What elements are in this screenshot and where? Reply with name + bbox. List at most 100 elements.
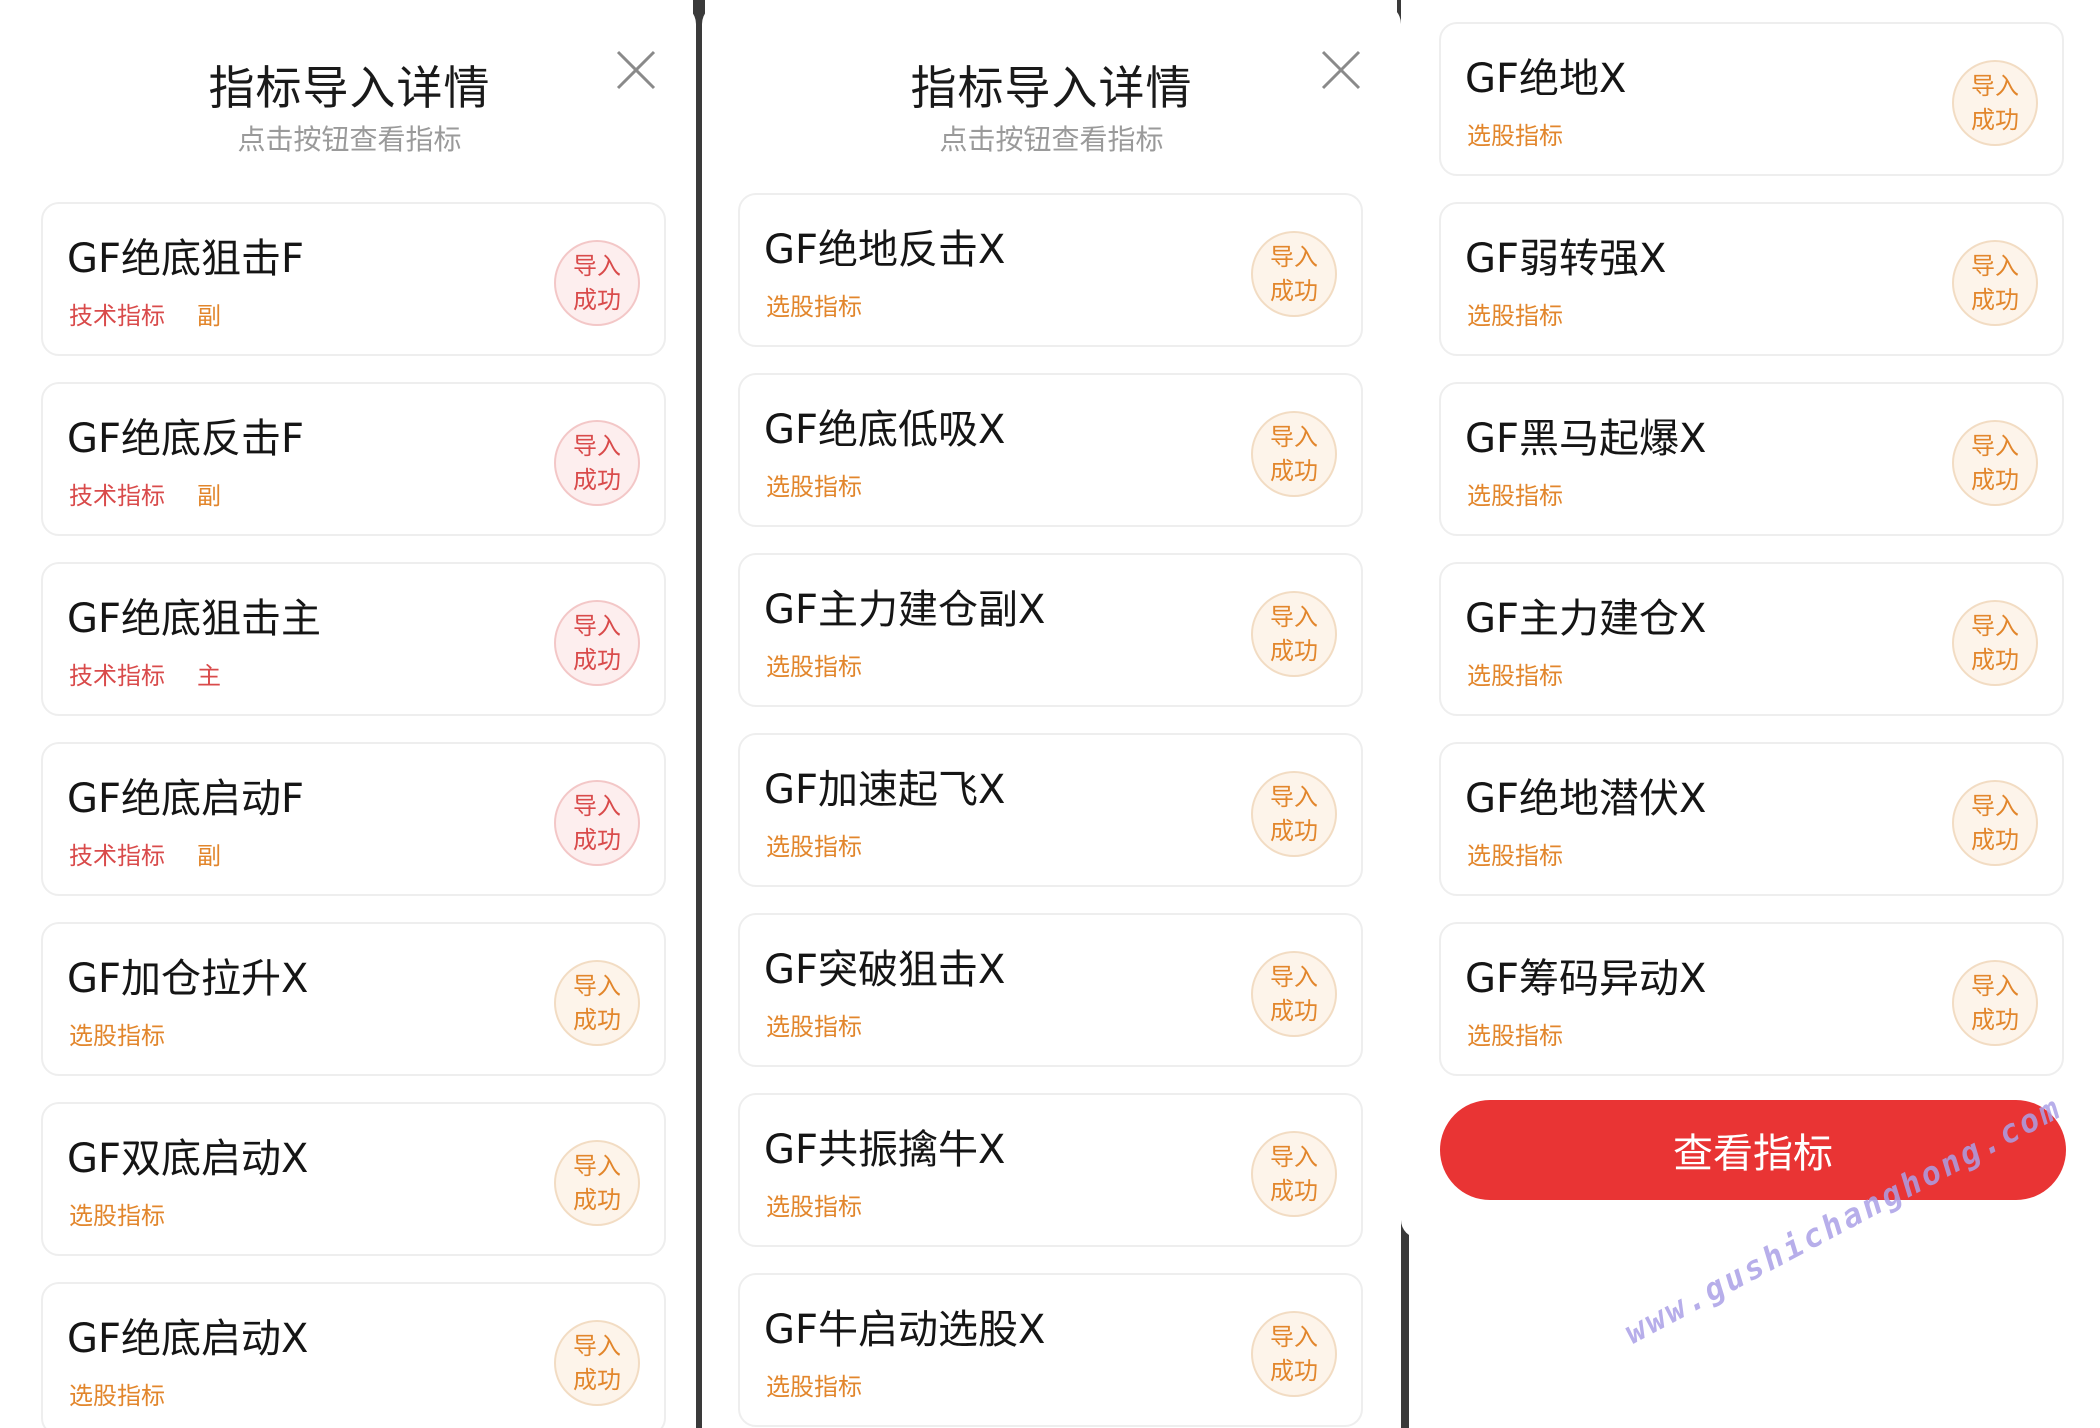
- indicator-card[interactable]: GF绝底低吸X 选股指标 导入 成功: [738, 373, 1363, 527]
- badge-text: 成功: [1971, 826, 2019, 854]
- indicator-tags: 选股指标: [766, 827, 862, 862]
- badge-text: 导入: [1270, 1143, 1318, 1171]
- panel-subtitle: 点击按钮查看指标: [939, 123, 1164, 156]
- badge-text: 导入: [1270, 603, 1318, 631]
- indicator-tag: 选股指标: [1467, 122, 1563, 150]
- badge-text: 导入: [573, 432, 621, 460]
- import-success-badge: 导入 成功: [554, 240, 640, 326]
- indicator-card[interactable]: GF黑马起爆X 选股指标 导入 成功: [1439, 382, 2064, 536]
- badge-text: 成功: [1270, 1357, 1318, 1385]
- indicator-name: GF绝底启动F: [67, 776, 305, 822]
- indicator-tags: 选股指标: [69, 1376, 165, 1411]
- indicator-card[interactable]: GF主力建仓X 选股指标 导入 成功: [1439, 562, 2064, 716]
- badge-text: 成功: [1270, 1177, 1318, 1205]
- indicator-card[interactable]: GF双底启动X 选股指标 导入 成功: [41, 1102, 666, 1256]
- indicator-name: GF突破狙击X: [764, 947, 1006, 993]
- badge-text: 导入: [1971, 972, 2019, 1000]
- indicator-tag: 选股指标: [69, 1382, 165, 1410]
- import-success-badge: 导入 成功: [554, 960, 640, 1046]
- close-icon: [1321, 50, 1361, 90]
- indicator-tag: 选股指标: [69, 1202, 165, 1230]
- indicator-card[interactable]: GF绝地潜伏X 选股指标 导入成功: [1439, 742, 2064, 896]
- badge-text: 成功: [573, 1366, 621, 1394]
- indicator-card[interactable]: GF主力建仓副X 选股指标 导入 成功: [738, 553, 1363, 707]
- indicator-card[interactable]: GF弱转强X 选股指标 导入 成功: [1439, 202, 2064, 356]
- import-success-badge: 导入 成功: [1251, 411, 1337, 497]
- indicator-name: GF筹码异动X: [1465, 956, 1707, 1002]
- indicator-tag: 选股指标: [766, 1373, 862, 1401]
- badge-text: 导入: [573, 972, 621, 1000]
- indicator-card[interactable]: GF加速起飞X 选股指标 导入成功: [738, 733, 1363, 887]
- indicator-tag: 副: [197, 482, 221, 510]
- indicator-card[interactable]: GF加仓拉升X 选股指标 导入 成功: [41, 922, 666, 1076]
- indicator-card[interactable]: GF共振擒牛X 选股指标 导入成功: [738, 1093, 1363, 1247]
- indicator-tag: 选股指标: [766, 473, 862, 501]
- indicator-tags: 选股指标: [69, 1196, 165, 1231]
- badge-text: 导入: [573, 1152, 621, 1180]
- indicator-card[interactable]: GF突破狙击X 选股指标 导入 成功: [738, 913, 1363, 1067]
- indicator-name: GF绝底狙击主: [67, 596, 322, 642]
- badge-text: 导入: [573, 792, 621, 820]
- indicator-tags: 选股指标: [1467, 296, 1563, 331]
- panel-title: 指标导入详情: [208, 61, 491, 115]
- indicator-tag: 选股指标: [1467, 482, 1563, 510]
- indicator-card[interactable]: GF绝底反击F 技术指标 副 导入 成功: [41, 382, 666, 536]
- indicator-tags: 选股指标: [766, 1187, 862, 1222]
- indicator-name: GF共振擒牛X: [764, 1127, 1006, 1173]
- indicator-tag: 技术指标: [69, 302, 165, 330]
- badge-text: 导入: [1971, 612, 2019, 640]
- indicator-name: GF绝底低吸X: [764, 407, 1006, 453]
- panel-header: 指标导入详情 点击按钮查看指标: [702, 4, 1401, 184]
- indicator-tag: 选股指标: [766, 653, 862, 681]
- indicator-card[interactable]: GF绝地反击X 选股指标 导入 成功: [738, 193, 1363, 347]
- panel-subtitle: 点击按钮查看指标: [237, 123, 462, 156]
- import-success-badge: 导入 成功: [1251, 1131, 1337, 1217]
- indicator-tag: 技术指标: [69, 842, 165, 870]
- indicator-tag: 副: [197, 302, 221, 330]
- badge-text: 导入: [1270, 1323, 1318, 1351]
- badge-text: 导入: [573, 1332, 621, 1360]
- import-success-badge: 导入 成功: [1251, 231, 1337, 317]
- close-button[interactable]: [614, 48, 658, 92]
- close-button[interactable]: [1319, 48, 1363, 92]
- indicator-name: GF弱转强X: [1465, 236, 1667, 282]
- import-success-badge: 导入 成功: [1251, 591, 1337, 677]
- indicator-tag: 副: [197, 842, 221, 870]
- badge-text: 成功: [1270, 997, 1318, 1025]
- indicator-name: GF绝底反击F: [67, 416, 305, 462]
- badge-text: 成功: [1971, 646, 2019, 674]
- indicator-tag: 主: [197, 662, 221, 690]
- indicator-tags: 选股指标: [1467, 836, 1563, 871]
- indicator-tags: 技术指标 副: [69, 476, 221, 511]
- import-success-badge: 导入 成功: [1251, 951, 1337, 1037]
- import-success-badge: 导入 成功: [554, 420, 640, 506]
- indicator-card[interactable]: GF绝底启动X 选股指标 导入 成功: [41, 1282, 666, 1428]
- import-success-badge: 导入 成功: [554, 1140, 640, 1226]
- badge-text: 成功: [1270, 277, 1318, 305]
- import-success-badge: 导入 成功: [1952, 960, 2038, 1046]
- badge-text: 成功: [1270, 817, 1318, 845]
- indicator-name: GF绝地潜伏X: [1465, 776, 1707, 822]
- indicator-card[interactable]: GF牛启动选股X 选股指标 导入 成功: [738, 1273, 1363, 1427]
- indicator-tag: 选股指标: [766, 293, 862, 321]
- indicator-tag: 选股指标: [766, 833, 862, 861]
- badge-text: 导入: [1971, 792, 2019, 820]
- indicator-card[interactable]: GF绝底狙击主 技术指标 主 导入 成功: [41, 562, 666, 716]
- badge-text: 成功: [573, 1006, 621, 1034]
- indicator-name: GF加速起飞X: [764, 767, 1006, 813]
- import-success-badge: 导入 成功: [554, 780, 640, 866]
- badge-text: 导入: [1270, 783, 1318, 811]
- indicator-tags: 选股指标: [69, 1016, 165, 1051]
- import-success-badge: 导入 成功: [1952, 420, 2038, 506]
- indicator-tags: 选股指标: [766, 467, 862, 502]
- indicator-card[interactable]: GF绝底启动F 技术指标 副 导入 成功: [41, 742, 666, 896]
- indicator-tags: 选股指标: [766, 1007, 862, 1042]
- indicator-tags: 选股指标: [1467, 656, 1563, 691]
- indicator-card[interactable]: GF绝地X 选股指标 导入 成功: [1439, 22, 2064, 176]
- indicator-card[interactable]: GF筹码异动X 选股指标 导入 成功: [1439, 922, 2064, 1076]
- badge-text: 成功: [573, 286, 621, 314]
- close-icon: [616, 50, 656, 90]
- badge-text: 导入: [1971, 432, 2019, 460]
- import-success-badge: 导入 成功: [1952, 240, 2038, 326]
- indicator-card[interactable]: GF绝底狙击F 技术指标 副 导入 成功: [41, 202, 666, 356]
